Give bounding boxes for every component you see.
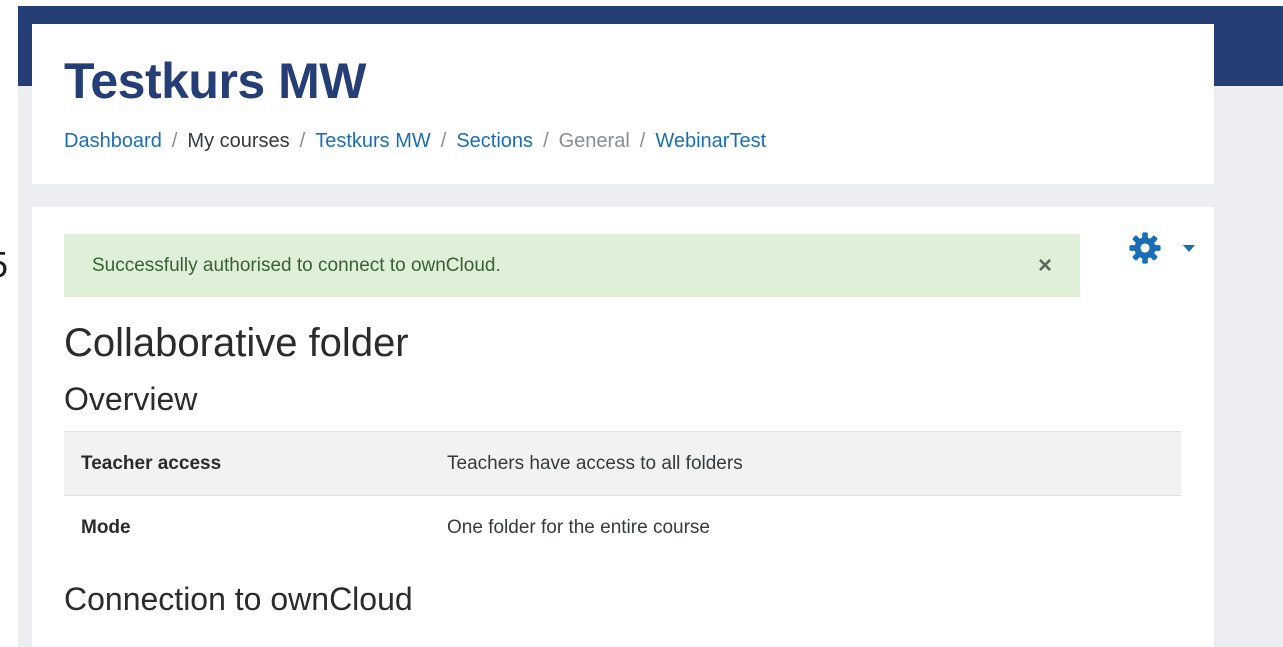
connection-heading: Connection to ownCloud	[64, 581, 413, 617]
overview-heading: Overview	[64, 381, 198, 417]
page-header: Testkurs MW Dashboard / My courses / Testkur…	[32, 24, 1214, 184]
alert-message: Successfully authorised to connect to ow…	[92, 255, 501, 276]
actions-menu-button[interactable]	[1128, 231, 1198, 265]
mode-label: Mode	[64, 495, 447, 560]
left-margin	[0, 0, 18, 647]
gear-icon	[1129, 232, 1161, 264]
teacher-access-value: Teachers have access to all folders	[447, 431, 1181, 496]
mode-value: One folder for the entire course	[447, 495, 1181, 560]
breadcrumb-separator: /	[639, 130, 646, 152]
stray-glyph: 5	[0, 244, 8, 286]
breadcrumb-separator: /	[171, 130, 178, 152]
table-row: Mode One folder for the entire course	[64, 495, 1181, 560]
breadcrumb-separator: /	[299, 130, 306, 152]
breadcrumb-separator: /	[440, 130, 447, 152]
main-content: Successfully authorised to connect to ow…	[32, 207, 1214, 647]
page-heading: Collaborative folder	[64, 321, 409, 365]
breadcrumb-sections[interactable]: Sections	[456, 130, 533, 152]
breadcrumb-general: General	[558, 130, 630, 152]
breadcrumb: Dashboard / My courses / Testkurs MW / Section…	[64, 130, 766, 153]
breadcrumb-my-courses: My courses	[187, 130, 290, 152]
table-row: Teacher access Teachers have access to a…	[64, 431, 1181, 496]
caret-down-icon	[1183, 245, 1195, 252]
breadcrumb-separator: /	[543, 130, 549, 152]
course-title: Testkurs MW	[64, 53, 366, 109]
breadcrumb-dashboard[interactable]: Dashboard	[64, 130, 162, 152]
breadcrumb-webinartest[interactable]: WebinarTest	[655, 130, 766, 152]
overview-table: Teacher access Teachers have access to a…	[64, 431, 1181, 560]
success-alert: Successfully authorised to connect to ow…	[64, 234, 1080, 297]
teacher-access-label: Teacher access	[64, 431, 447, 496]
alert-close-button[interactable]: ×	[1038, 234, 1052, 297]
breadcrumb-course[interactable]: Testkurs MW	[315, 130, 431, 152]
